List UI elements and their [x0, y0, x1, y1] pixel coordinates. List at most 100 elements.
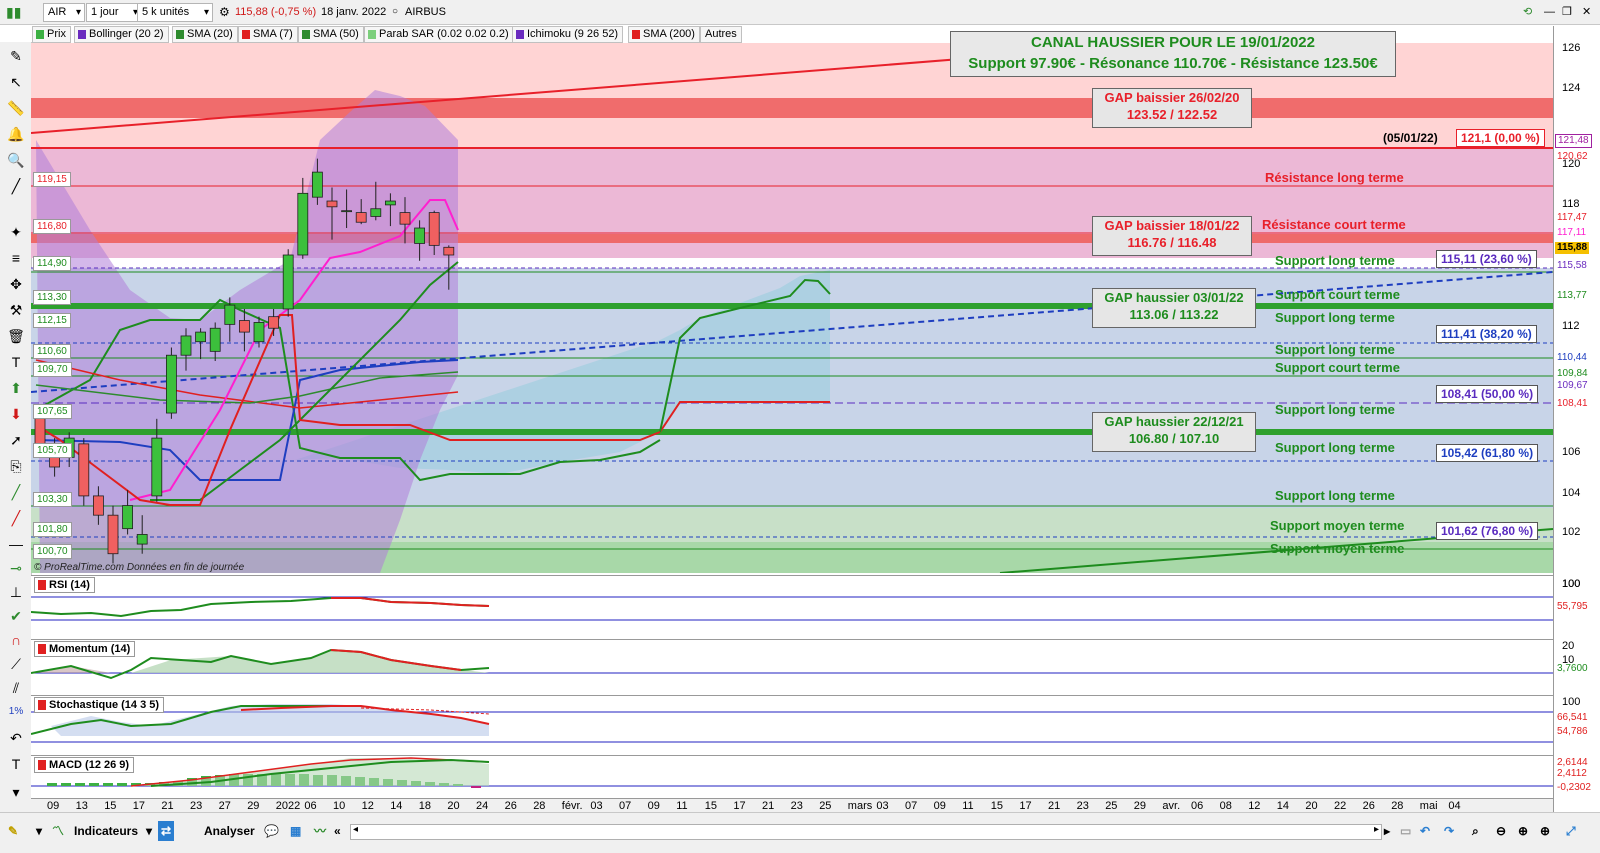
- x-tick: 23: [1076, 800, 1089, 812]
- left-label-119-15: 119,15: [33, 172, 71, 187]
- momentum-panel: [31, 639, 1553, 696]
- momentum-top-tick: 20: [1562, 640, 1575, 652]
- y-tick: 106: [1562, 446, 1581, 458]
- scroll-right-icon[interactable]: ▸: [1384, 821, 1390, 841]
- gap-zone-18-01: [31, 234, 1553, 243]
- candle-body: [414, 227, 426, 244]
- right-label-117-47: 117,47: [1557, 212, 1587, 223]
- x-tick: 21: [762, 800, 775, 812]
- left-label-114-90: 114,90: [33, 256, 71, 271]
- bottom-toolbar: ✎ ▾ 〽 Indicateurs ▾ ⇄ Analyser 💬 ▦ 〰 « ◂…: [0, 812, 1600, 853]
- zoom-in-icon[interactable]: ⊕: [1540, 821, 1550, 841]
- zoom-reset-icon[interactable]: ⊕: [1518, 821, 1528, 841]
- gap-box-range: 106.80 / 107.10: [1128, 431, 1220, 446]
- zoom-fit-icon[interactable]: ⌕: [1472, 821, 1479, 841]
- gap-box-title: GAP baissier 18/01/22: [1104, 218, 1240, 233]
- redo-icon[interactable]: ↷: [1444, 821, 1454, 841]
- rsi-panel: [31, 575, 1553, 640]
- support-court-label-2: Support court terme: [1275, 360, 1400, 375]
- x-tick: 03: [876, 800, 889, 812]
- fibo-label-5: 101,62 (76,80 %): [1436, 522, 1539, 540]
- right-label-113-77: 113,77: [1557, 290, 1587, 301]
- macd-label[interactable]: MACD (12 26 9): [34, 757, 135, 773]
- candle-body: [78, 443, 90, 497]
- indicators-icon[interactable]: 〽: [52, 821, 64, 841]
- candle-body: [443, 246, 455, 256]
- support-long-label-6: Support long terme: [1275, 488, 1395, 503]
- left-label-116-80: 116,80: [33, 219, 71, 234]
- support-long-label-4: Support long terme: [1275, 402, 1395, 417]
- x-tick: 25: [1105, 800, 1118, 812]
- x-tick: 14: [1276, 800, 1290, 812]
- share-icon[interactable]: ⇄: [158, 821, 175, 841]
- fibo-label-1: 115,11 (23,60 %): [1436, 250, 1537, 268]
- blank-icon[interactable]: ▭: [1400, 821, 1411, 841]
- x-tick: 15: [104, 800, 117, 812]
- channel-title-line1: CANAL HAUSSIER POUR LE 19/01/2022: [1031, 34, 1315, 51]
- scroll-left-arrow-icon[interactable]: ◂: [353, 824, 358, 835]
- left-label-109-70: 109,70: [33, 362, 72, 377]
- rsi-plot: [31, 596, 1553, 621]
- candle-body: [165, 354, 177, 414]
- brush-icon[interactable]: ✎: [8, 821, 18, 841]
- x-tick: 26: [504, 800, 517, 812]
- support-moyen-label-2: Support moyen terme: [1270, 541, 1405, 556]
- indicators-button[interactable]: Indicateurs: [74, 821, 138, 841]
- undo-icon[interactable]: ↶: [1420, 821, 1430, 841]
- rsi-label[interactable]: RSI (14): [34, 577, 95, 593]
- gap-box-2020: GAP baissier 26/02/20 123.52 / 122.52: [1092, 88, 1252, 128]
- right-label-115-58: 115,58: [1557, 260, 1587, 271]
- support-moyen-label-1: Support moyen terme: [1270, 518, 1405, 533]
- gap-box-range: 113.06 / 113.22: [1129, 307, 1219, 322]
- x-tick: 23: [790, 800, 803, 812]
- x-tick: 11: [676, 800, 688, 812]
- chat-icon[interactable]: 💬: [264, 821, 279, 841]
- candle-body: [341, 210, 353, 213]
- fibo-label-4: 105,42 (61,80 %): [1436, 444, 1539, 462]
- dropdown-icon[interactable]: ▾: [36, 821, 42, 841]
- left-label-107-65: 107,65: [33, 404, 72, 419]
- analyser-button[interactable]: Analyser: [204, 821, 255, 841]
- horizontal-scrollbar[interactable]: ◂ ▸: [350, 824, 1382, 840]
- candle-body: [253, 322, 265, 343]
- x-tick: 17: [1019, 800, 1032, 812]
- gap-box-03-01: GAP haussier 03/01/22 113.06 / 113.22: [1092, 288, 1256, 328]
- x-tick: 17: [733, 800, 746, 812]
- right-label-110-44: 110,44: [1557, 352, 1587, 363]
- x-tick: mars: [847, 800, 873, 812]
- x-tick: 25: [819, 800, 832, 812]
- y-tick: 118: [1562, 198, 1580, 210]
- gap-box-title: GAP haussier 03/01/22: [1104, 290, 1244, 305]
- stochastique-top-tick: 100: [1562, 696, 1581, 708]
- support-long-label-1: Support long terme: [1275, 253, 1395, 268]
- stochastique-plot: [31, 704, 1553, 743]
- scroll-right-arrow-icon[interactable]: ▸: [1374, 824, 1379, 835]
- expand-icon[interactable]: ⤢: [1566, 821, 1576, 841]
- candle-body: [282, 254, 294, 310]
- candle-body: [428, 212, 440, 246]
- left-label-113-30: 113,30: [33, 290, 71, 305]
- x-tick: 08: [1219, 800, 1232, 812]
- momentum-label[interactable]: Momentum (14): [34, 641, 136, 657]
- x-tick: 28: [1391, 800, 1404, 812]
- candle-body: [370, 208, 382, 217]
- right-label-121-48: 121,48: [1555, 134, 1592, 148]
- x-tick: 15: [704, 800, 718, 812]
- y-tick: 112: [1562, 320, 1580, 332]
- layout-icon[interactable]: ▦: [290, 821, 301, 841]
- stochastique-label[interactable]: Stochastique (14 3 5): [34, 697, 165, 713]
- x-tick: févr.: [561, 800, 583, 812]
- x-tick: 21: [161, 800, 174, 812]
- x-tick: 12: [361, 800, 374, 812]
- zoom-out-icon[interactable]: ⊖: [1496, 821, 1506, 841]
- scroll-left-icon[interactable]: «: [334, 821, 341, 841]
- x-tick: 27: [218, 800, 231, 812]
- x-tick: 29: [1133, 800, 1147, 812]
- res-court-label: Résistance court terme: [1262, 217, 1406, 232]
- x-tick: 20: [1305, 800, 1318, 812]
- wave-icon[interactable]: 〰: [314, 821, 326, 841]
- right-label-117-11: 117,11: [1557, 227, 1587, 238]
- indicators-dropdown-icon[interactable]: ▾: [146, 821, 152, 841]
- support-long-label-2: Support long terme: [1275, 310, 1395, 325]
- right-label-115-88: 115,88: [1555, 242, 1590, 254]
